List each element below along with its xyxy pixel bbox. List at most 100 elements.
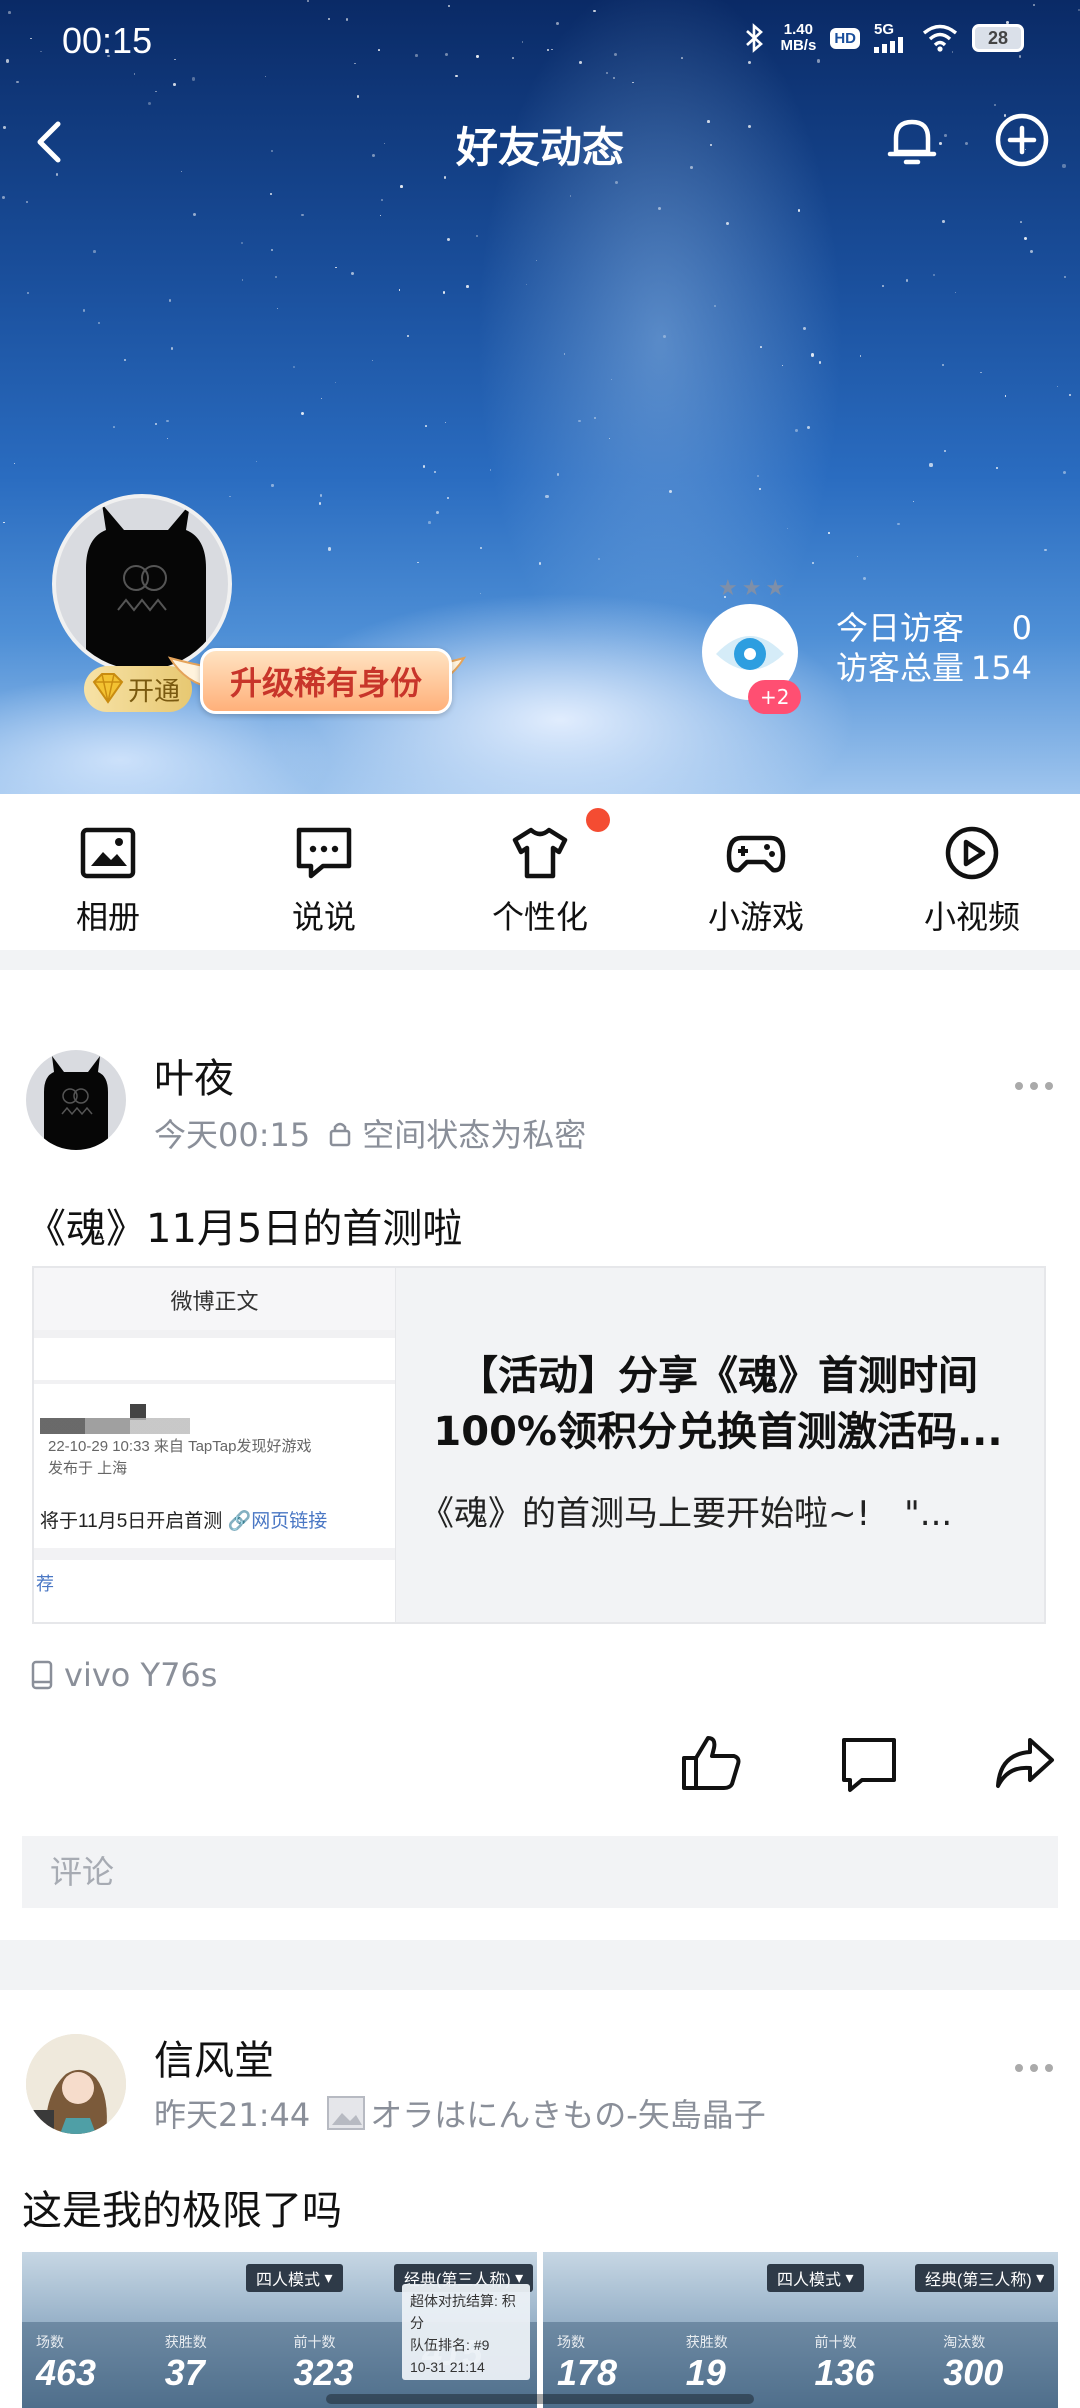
star <box>1064 276 1066 278</box>
star <box>597 558 600 561</box>
upgrade-identity-button[interactable]: 升级稀有身份 <box>200 648 452 714</box>
nav-mini-games[interactable]: 小游戏 <box>648 794 864 950</box>
star <box>3 521 5 524</box>
star <box>277 307 279 310</box>
post-text: 《魂》11月5日的首测啦 <box>26 1206 463 1252</box>
post-avatar[interactable] <box>26 1050 126 1150</box>
comment-icon[interactable] <box>836 1730 902 1796</box>
stat-cell: 前十数 136 <box>801 2322 930 2408</box>
star <box>897 522 900 526</box>
star <box>422 465 426 468</box>
nav-album[interactable]: 相册 <box>0 794 216 950</box>
stat-cell: 场数 463 <box>22 2322 151 2408</box>
star <box>442 291 445 294</box>
nav-short-video[interactable]: 小视频 <box>864 794 1080 950</box>
hd-badge: HD <box>830 27 860 49</box>
network-speed: 1.40 MB/s <box>780 22 816 54</box>
like-icon[interactable] <box>678 1730 744 1796</box>
status-bar: 00:15 1.40 MB/s HD 5G 28 <box>0 0 1080 86</box>
star <box>1 195 6 200</box>
post-avatar[interactable] <box>26 2034 126 2134</box>
view-label: 经典(第三人称) <box>925 2272 1032 2289</box>
stat-key: 场数 <box>557 2334 585 2350</box>
thumbnail-meta-line: 22-10-29 10:33 来自 TapTap发现好游戏 <box>48 1438 312 1455</box>
star <box>271 484 274 487</box>
bluetooth-icon <box>746 23 764 53</box>
star <box>398 289 400 291</box>
star <box>479 547 482 550</box>
more-options-icon[interactable] <box>1014 2062 1054 2074</box>
status-icons: 1.40 MB/s HD 5G 28 <box>742 22 1024 54</box>
photo-icon <box>80 827 136 879</box>
profile-avatar[interactable] <box>52 494 232 674</box>
gesture-bar <box>326 2394 754 2404</box>
quick-nav: 相册 说说 个性化 小游戏 小视频 <box>0 794 1080 950</box>
share-icon[interactable] <box>992 1730 1058 1796</box>
star <box>912 501 915 503</box>
stat-value: 19 <box>685 2352 726 2393</box>
star <box>476 234 479 237</box>
star <box>795 428 799 432</box>
star <box>97 322 100 325</box>
post-actions <box>0 1730 1080 1810</box>
star <box>274 275 278 279</box>
visitor-new-badge: +2 <box>748 680 802 714</box>
post-photo[interactable]: 四人模式 ▾ 经典(第三人称) ▾ 场数 178 获胜数 19 前十数 136 淘汰数… <box>543 2252 1058 2408</box>
star <box>536 260 538 262</box>
bell-icon[interactable] <box>880 108 944 172</box>
shared-link-description: 《魂》的首测马上要开始啦~! "... <box>420 1494 953 1534</box>
star <box>856 555 858 557</box>
star <box>806 425 811 429</box>
star <box>811 561 815 565</box>
thumbnail-divider <box>34 1330 395 1338</box>
shared-link-text: 【活动】分享《魂》首测时间 100%领积分兑换首测激活码... 《魂》的首测马上… <box>396 1268 1044 1622</box>
diamond-icon <box>92 673 124 704</box>
music-title[interactable]: オラはにんきもの-矢島晶子 <box>370 2090 766 2136</box>
post-username[interactable]: 信风堂 <box>154 2028 274 2086</box>
post-photo[interactable]: 四人模式 ▾ 经典(第三人称) ▾ 场数463 获胜数37 前十数323 415… <box>22 2252 537 2408</box>
star <box>479 592 482 594</box>
star <box>255 460 258 463</box>
star <box>400 185 403 188</box>
shared-link-card[interactable]: 微博正文 22-10-29 10:33 来自 TapTap发现好游戏 发布于 上… <box>32 1266 1046 1624</box>
star <box>797 209 801 212</box>
star <box>657 206 662 211</box>
star <box>578 419 581 422</box>
star <box>154 422 158 426</box>
post-username[interactable]: 叶夜 <box>154 1046 234 1104</box>
star <box>569 195 572 197</box>
star <box>980 371 983 374</box>
more-options-icon[interactable] <box>1014 1080 1054 1092</box>
star <box>786 527 789 529</box>
visitor-stats[interactable]: 今日访客 0 访客总量 154 <box>836 608 1032 688</box>
star <box>802 326 806 330</box>
star <box>1063 471 1067 475</box>
add-circle-icon[interactable] <box>990 108 1054 172</box>
stat-cell: 获胜数 37 <box>151 2322 280 2408</box>
stat-key: 获胜数 <box>685 2334 728 2350</box>
stat-key: 前十数 <box>293 2334 336 2350</box>
star <box>556 473 560 476</box>
comment-input[interactable] <box>22 1836 1058 1908</box>
star <box>538 561 542 565</box>
network-speed-value: 1.40 <box>783 21 813 38</box>
star <box>350 271 355 276</box>
gamepad-icon <box>726 835 786 873</box>
shared-link-title: 100%领积分兑换首测激活码... <box>433 1409 1003 1455</box>
thumbnail-link: 🔗网页链接 <box>227 1511 328 1532</box>
star <box>610 378 613 381</box>
post-meta: 昨天21:44 オラはにんきもの-矢島晶子 <box>154 2090 766 2136</box>
chat-icon <box>296 827 352 879</box>
device-info: vivo Y76s <box>30 1656 217 1694</box>
star <box>941 219 945 223</box>
nav-mini-games-label: 小游戏 <box>707 898 804 936</box>
star <box>379 215 382 217</box>
network-speed-unit: MB/s <box>780 37 817 54</box>
stat-key: 场数 <box>36 2334 64 2350</box>
nav-personalize[interactable]: 个性化 <box>432 794 648 950</box>
post-photos: 四人模式 ▾ 经典(第三人称) ▾ 场数463 获胜数37 前十数323 415… <box>22 2252 1058 2408</box>
star <box>292 366 295 369</box>
star <box>827 532 830 534</box>
nav-moments[interactable]: 说说 <box>216 794 432 950</box>
star <box>944 449 947 452</box>
